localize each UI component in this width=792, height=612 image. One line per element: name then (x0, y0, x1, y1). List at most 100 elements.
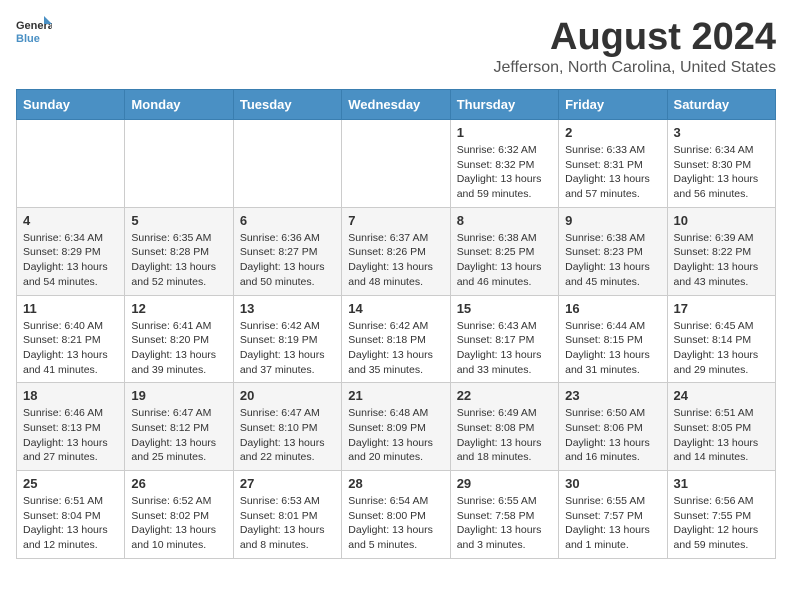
day-info: Sunrise: 6:42 AM Sunset: 8:19 PM Dayligh… (240, 319, 335, 378)
day-info: Sunrise: 6:49 AM Sunset: 8:08 PM Dayligh… (457, 406, 552, 465)
day-number: 31 (674, 476, 769, 491)
day-cell: 10 Sunrise: 6:39 AM Sunset: 8:22 PM Dayli… (667, 207, 775, 295)
day-info: Sunrise: 6:34 AM Sunset: 8:30 PM Dayligh… (674, 143, 769, 202)
day-number: 18 (23, 388, 118, 403)
col-header-saturday: Saturday (667, 90, 775, 120)
day-info: Sunrise: 6:38 AM Sunset: 8:23 PM Dayligh… (565, 231, 660, 290)
col-header-tuesday: Tuesday (233, 90, 341, 120)
day-cell: 23 Sunrise: 6:50 AM Sunset: 8:06 PM Dayli… (559, 383, 667, 471)
col-header-friday: Friday (559, 90, 667, 120)
day-number: 14 (348, 301, 443, 316)
header-row: SundayMondayTuesdayWednesdayThursdayFrid… (17, 90, 776, 120)
day-info: Sunrise: 6:52 AM Sunset: 8:02 PM Dayligh… (131, 494, 226, 553)
day-info: Sunrise: 6:38 AM Sunset: 8:25 PM Dayligh… (457, 231, 552, 290)
day-cell: 20Sunrise: 6:47 AM Sunset: 8:10 PM Dayli… (233, 383, 341, 471)
day-number: 15 (457, 301, 552, 316)
day-number: 12 (131, 301, 226, 316)
day-cell: 8 Sunrise: 6:38 AM Sunset: 8:25 PM Daylig… (450, 207, 558, 295)
title-area: August 2024 Jefferson, North Carolina, U… (493, 16, 776, 77)
day-info: Sunrise: 6:54 AM Sunset: 8:00 PM Dayligh… (348, 494, 443, 553)
svg-text:Blue: Blue (16, 33, 40, 45)
day-cell (125, 120, 233, 208)
day-info: Sunrise: 6:35 AM Sunset: 8:28 PM Dayligh… (131, 231, 226, 290)
day-number: 11 (23, 301, 118, 316)
day-info: Sunrise: 6:46 AM Sunset: 8:13 PM Dayligh… (23, 406, 118, 465)
day-info: Sunrise: 6:33 AM Sunset: 8:31 PM Dayligh… (565, 143, 660, 202)
day-cell (342, 120, 450, 208)
day-cell: 12 Sunrise: 6:41 AM Sunset: 8:20 PM Dayli… (125, 295, 233, 383)
day-number: 16 (565, 301, 660, 316)
day-cell: 9Sunrise: 6:38 AM Sunset: 8:23 PM Daylig… (559, 207, 667, 295)
day-cell (17, 120, 125, 208)
day-cell: 19 Sunrise: 6:47 AM Sunset: 8:12 PM Dayli… (125, 383, 233, 471)
day-cell: 16 Sunrise: 6:44 AM Sunset: 8:15 PM Dayli… (559, 295, 667, 383)
col-header-sunday: Sunday (17, 90, 125, 120)
day-info: Sunrise: 6:48 AM Sunset: 8:09 PM Dayligh… (348, 406, 443, 465)
day-cell: 1Sunrise: 6:32 AM Sunset: 8:32 PM Daylig… (450, 120, 558, 208)
col-header-monday: Monday (125, 90, 233, 120)
day-cell: 14 Sunrise: 6:42 AM Sunset: 8:18 PM Dayli… (342, 295, 450, 383)
day-info: Sunrise: 6:37 AM Sunset: 8:26 PM Dayligh… (348, 231, 443, 290)
day-number: 22 (457, 388, 552, 403)
week-row-1: 1Sunrise: 6:32 AM Sunset: 8:32 PM Daylig… (17, 120, 776, 208)
day-cell: 25Sunrise: 6:51 AM Sunset: 8:04 PM Dayli… (17, 471, 125, 559)
day-cell: 26 Sunrise: 6:52 AM Sunset: 8:02 PM Dayli… (125, 471, 233, 559)
day-cell: 4 Sunrise: 6:34 AM Sunset: 8:29 PM Daylig… (17, 207, 125, 295)
day-info: Sunrise: 6:43 AM Sunset: 8:17 PM Dayligh… (457, 319, 552, 378)
day-number: 13 (240, 301, 335, 316)
day-number: 5 (131, 213, 226, 228)
day-number: 29 (457, 476, 552, 491)
day-number: 3 (674, 125, 769, 140)
day-number: 24 (674, 388, 769, 403)
day-cell: 3 Sunrise: 6:34 AM Sunset: 8:30 PM Daylig… (667, 120, 775, 208)
day-cell: 29 Sunrise: 6:55 AM Sunset: 7:58 PM Dayli… (450, 471, 558, 559)
day-number: 8 (457, 213, 552, 228)
day-cell: 28Sunrise: 6:54 AM Sunset: 8:00 PM Dayli… (342, 471, 450, 559)
col-header-thursday: Thursday (450, 90, 558, 120)
day-cell: 22 Sunrise: 6:49 AM Sunset: 8:08 PM Dayli… (450, 383, 558, 471)
day-info: Sunrise: 6:47 AM Sunset: 8:12 PM Dayligh… (131, 406, 226, 465)
day-number: 23 (565, 388, 660, 403)
day-number: 20 (240, 388, 335, 403)
day-cell: 11Sunrise: 6:40 AM Sunset: 8:21 PM Dayli… (17, 295, 125, 383)
main-title: August 2024 (493, 16, 776, 59)
day-cell: 21Sunrise: 6:48 AM Sunset: 8:09 PM Dayli… (342, 383, 450, 471)
day-info: Sunrise: 6:42 AM Sunset: 8:18 PM Dayligh… (348, 319, 443, 378)
day-number: 27 (240, 476, 335, 491)
day-number: 30 (565, 476, 660, 491)
subtitle: Jefferson, North Carolina, United States (493, 59, 776, 77)
day-number: 1 (457, 125, 552, 140)
day-info: Sunrise: 6:41 AM Sunset: 8:20 PM Dayligh… (131, 319, 226, 378)
week-row-5: 25Sunrise: 6:51 AM Sunset: 8:04 PM Dayli… (17, 471, 776, 559)
day-number: 19 (131, 388, 226, 403)
day-cell: 5 Sunrise: 6:35 AM Sunset: 8:28 PM Daylig… (125, 207, 233, 295)
day-cell: 30 Sunrise: 6:55 AM Sunset: 7:57 PM Dayli… (559, 471, 667, 559)
day-info: Sunrise: 6:39 AM Sunset: 8:22 PM Dayligh… (674, 231, 769, 290)
day-number: 4 (23, 213, 118, 228)
day-cell (233, 120, 341, 208)
day-cell: 31Sunrise: 6:56 AM Sunset: 7:55 PM Dayli… (667, 471, 775, 559)
day-cell: 24Sunrise: 6:51 AM Sunset: 8:05 PM Dayli… (667, 383, 775, 471)
week-row-4: 18 Sunrise: 6:46 AM Sunset: 8:13 PM Dayli… (17, 383, 776, 471)
day-number: 26 (131, 476, 226, 491)
day-info: Sunrise: 6:45 AM Sunset: 8:14 PM Dayligh… (674, 319, 769, 378)
day-info: Sunrise: 6:36 AM Sunset: 8:27 PM Dayligh… (240, 231, 335, 290)
day-info: Sunrise: 6:44 AM Sunset: 8:15 PM Dayligh… (565, 319, 660, 378)
day-number: 10 (674, 213, 769, 228)
day-cell: 27Sunrise: 6:53 AM Sunset: 8:01 PM Dayli… (233, 471, 341, 559)
day-cell: 7 Sunrise: 6:37 AM Sunset: 8:26 PM Daylig… (342, 207, 450, 295)
logo: General Blue (16, 16, 52, 52)
day-cell: 17Sunrise: 6:45 AM Sunset: 8:14 PM Dayli… (667, 295, 775, 383)
day-info: Sunrise: 6:34 AM Sunset: 8:29 PM Dayligh… (23, 231, 118, 290)
week-row-3: 11Sunrise: 6:40 AM Sunset: 8:21 PM Dayli… (17, 295, 776, 383)
day-info: Sunrise: 6:50 AM Sunset: 8:06 PM Dayligh… (565, 406, 660, 465)
day-cell: 15 Sunrise: 6:43 AM Sunset: 8:17 PM Dayli… (450, 295, 558, 383)
day-number: 7 (348, 213, 443, 228)
day-info: Sunrise: 6:55 AM Sunset: 7:58 PM Dayligh… (457, 494, 552, 553)
day-cell: 6 Sunrise: 6:36 AM Sunset: 8:27 PM Daylig… (233, 207, 341, 295)
day-number: 25 (23, 476, 118, 491)
day-number: 6 (240, 213, 335, 228)
day-number: 2 (565, 125, 660, 140)
week-row-2: 4 Sunrise: 6:34 AM Sunset: 8:29 PM Daylig… (17, 207, 776, 295)
day-info: Sunrise: 6:55 AM Sunset: 7:57 PM Dayligh… (565, 494, 660, 553)
